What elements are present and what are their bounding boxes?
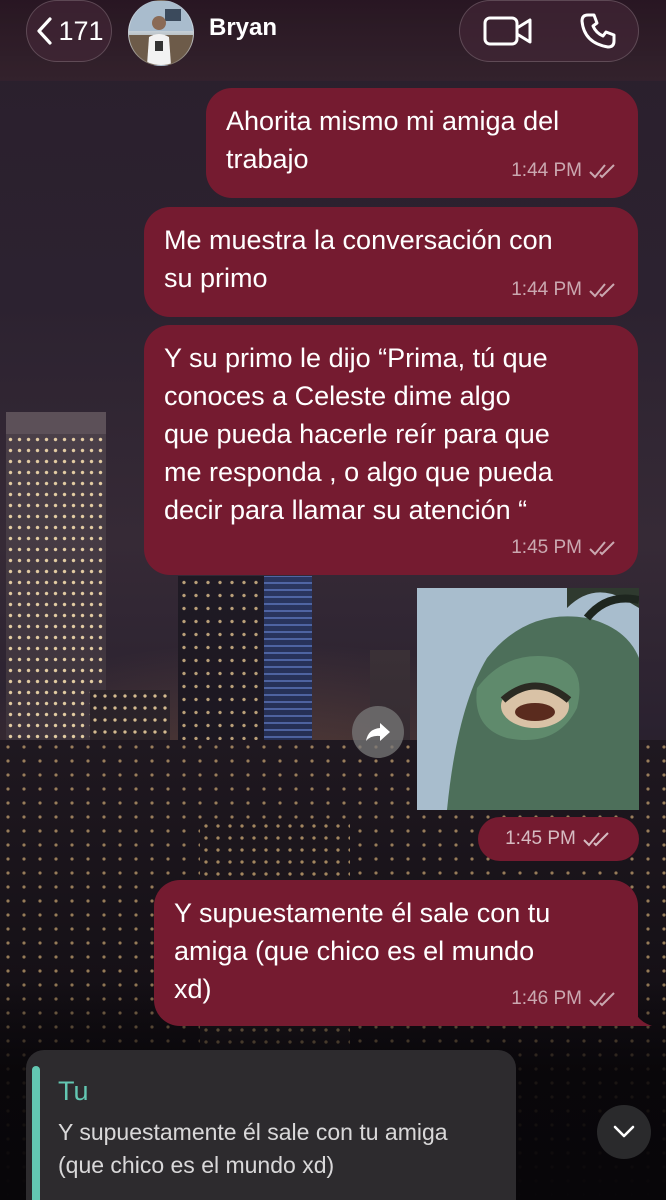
- call-actions: [459, 0, 639, 62]
- message-text: Y su primo le dijo “Prima, tú que conoce…: [164, 343, 553, 525]
- message-time: 1:44 PM: [511, 279, 582, 300]
- message-bubble[interactable]: Y supuestamente él sale con tu amiga (qu…: [154, 880, 652, 1026]
- back-button[interactable]: 171: [26, 0, 112, 62]
- message-meta: 1:45 PM: [511, 529, 618, 567]
- video-call-button[interactable]: [482, 13, 534, 54]
- message-meta: 1:44 PM: [511, 271, 618, 309]
- reply-accent-bar: [32, 1066, 40, 1200]
- message-meta: 1:44 PM: [511, 152, 618, 190]
- contact-name[interactable]: Bryan: [209, 14, 277, 42]
- message-meta: 1:46 PM: [511, 980, 618, 1018]
- unread-count: 171: [58, 15, 104, 46]
- avatar[interactable]: [128, 0, 194, 66]
- chevron-down-icon: [613, 1125, 635, 1138]
- voice-call-button[interactable]: [578, 11, 618, 56]
- share-arrow-icon: [366, 723, 390, 741]
- message-time: 1:45 PM: [511, 537, 582, 558]
- message-time: 1:46 PM: [511, 988, 582, 1009]
- scroll-to-bottom-button[interactable]: [597, 1105, 651, 1159]
- chat-header: 171 Bryan: [0, 0, 666, 81]
- chevron-left-icon: [37, 17, 53, 45]
- phone-icon: [580, 13, 616, 49]
- double-check-icon: [583, 832, 609, 847]
- message-time: 1:44 PM: [511, 160, 582, 181]
- image-message[interactable]: [417, 588, 639, 810]
- message-bubble[interactable]: Y su primo le dijo “Prima, tú que conoce…: [144, 325, 638, 575]
- message-time: 1:45 PM: [505, 828, 576, 849]
- double-check-icon: [589, 992, 615, 1007]
- reply-preview[interactable]: Tu Y supuestamente él sale con tu amiga …: [26, 1050, 516, 1200]
- reply-author: Tu: [58, 1076, 89, 1106]
- video-camera-icon: [483, 16, 532, 46]
- bubble-tail: [626, 1002, 652, 1026]
- double-check-icon: [589, 541, 615, 556]
- double-check-icon: [589, 283, 615, 298]
- sticker-image: [417, 588, 639, 810]
- forward-button[interactable]: [352, 706, 404, 758]
- reply-quoted-text: Y supuestamente él sale con tu amiga (qu…: [58, 1119, 448, 1178]
- message-bubble[interactable]: Me muestra la conversación con su primo …: [144, 207, 638, 317]
- message-bubble[interactable]: Ahorita mismo mi amiga del trabajo 1:44 …: [206, 88, 638, 198]
- image-time-chip: 1:45 PM: [478, 817, 639, 861]
- double-check-icon: [589, 164, 615, 179]
